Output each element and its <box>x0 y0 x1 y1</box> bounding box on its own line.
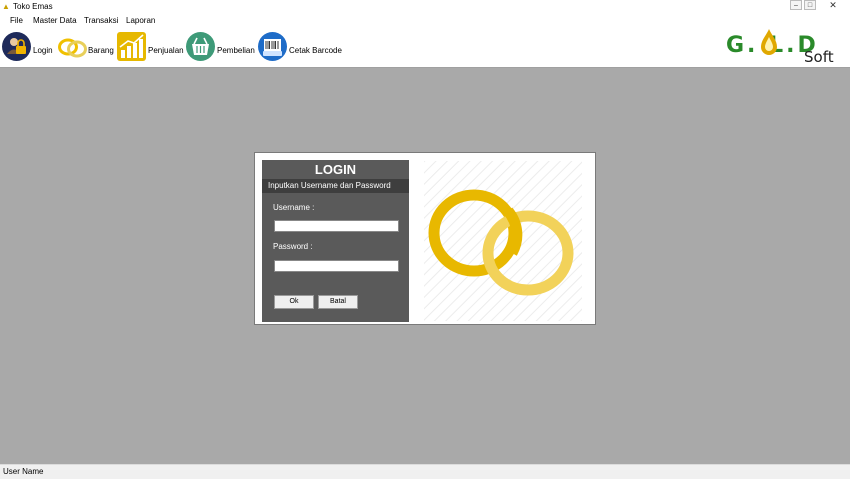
minimize-icon[interactable]: – <box>790 0 802 10</box>
close-icon[interactable]: ✕ <box>824 0 842 10</box>
penjualan-tool-label: Penjualan <box>148 46 184 55</box>
penjualan-tool-button[interactable]: Penjualan <box>116 31 184 63</box>
menu-transaksi[interactable]: Transaksi <box>84 16 118 25</box>
login-dialog: LOGIN Inputkan Username dan Password Use… <box>254 152 596 325</box>
status-user-name: User Name <box>3 467 44 476</box>
cancel-button[interactable]: Batal <box>318 295 358 309</box>
barang-tool-label: Barang <box>88 46 114 55</box>
menu-master-data[interactable]: Master Data <box>33 16 77 25</box>
menu-bar: File Master Data Transaksi Laporan <box>0 13 850 29</box>
menu-laporan[interactable]: Laporan <box>126 16 155 25</box>
maximize-icon[interactable]: □ <box>804 0 816 10</box>
pembelian-tool-button[interactable]: Pembelian <box>185 31 255 63</box>
username-label: Username : <box>273 203 315 212</box>
ok-button[interactable]: Ok <box>274 295 314 309</box>
password-label: Password : <box>273 242 313 251</box>
chart-icon <box>117 32 146 61</box>
rings-icon <box>58 38 87 58</box>
login-subtitle-bar: Inputkan Username dan Password <box>262 179 409 193</box>
status-bar: User Name <box>0 464 850 479</box>
barang-tool-button[interactable]: Barang <box>57 31 114 63</box>
login-panel: LOGIN Inputkan Username dan Password Use… <box>262 160 409 322</box>
menu-file[interactable]: File <box>10 16 23 25</box>
lock-user-icon <box>2 32 31 61</box>
title-bar: ▲ Toko Emas – □ ✕ <box>0 0 850 13</box>
login-tool-button[interactable]: Login <box>1 31 55 63</box>
toolbar: Login Barang Penjualan Pembelian Cetak B… <box>0 28 850 68</box>
gold-soft-logo: G. L.D Soft <box>724 28 844 66</box>
cetak-barcode-tool-label: Cetak Barcode <box>289 46 342 55</box>
login-tool-label: Login <box>33 46 53 55</box>
login-title: LOGIN <box>314 162 357 177</box>
gold-drop-icon <box>761 29 777 55</box>
password-input[interactable] <box>274 260 399 272</box>
username-input[interactable] <box>274 220 399 232</box>
barcode-printer-icon <box>258 32 287 61</box>
basket-icon <box>186 32 215 61</box>
logo-soft-text: Soft <box>804 48 834 66</box>
window-title: Toko Emas <box>13 2 53 11</box>
gold-icon: ▲ <box>2 2 10 11</box>
pembelian-tool-label: Pembelian <box>217 46 255 55</box>
cetak-barcode-tool-button[interactable]: Cetak Barcode <box>257 31 342 63</box>
gold-rings-image <box>424 161 582 321</box>
login-subtitle: Inputkan Username dan Password <box>268 181 391 190</box>
